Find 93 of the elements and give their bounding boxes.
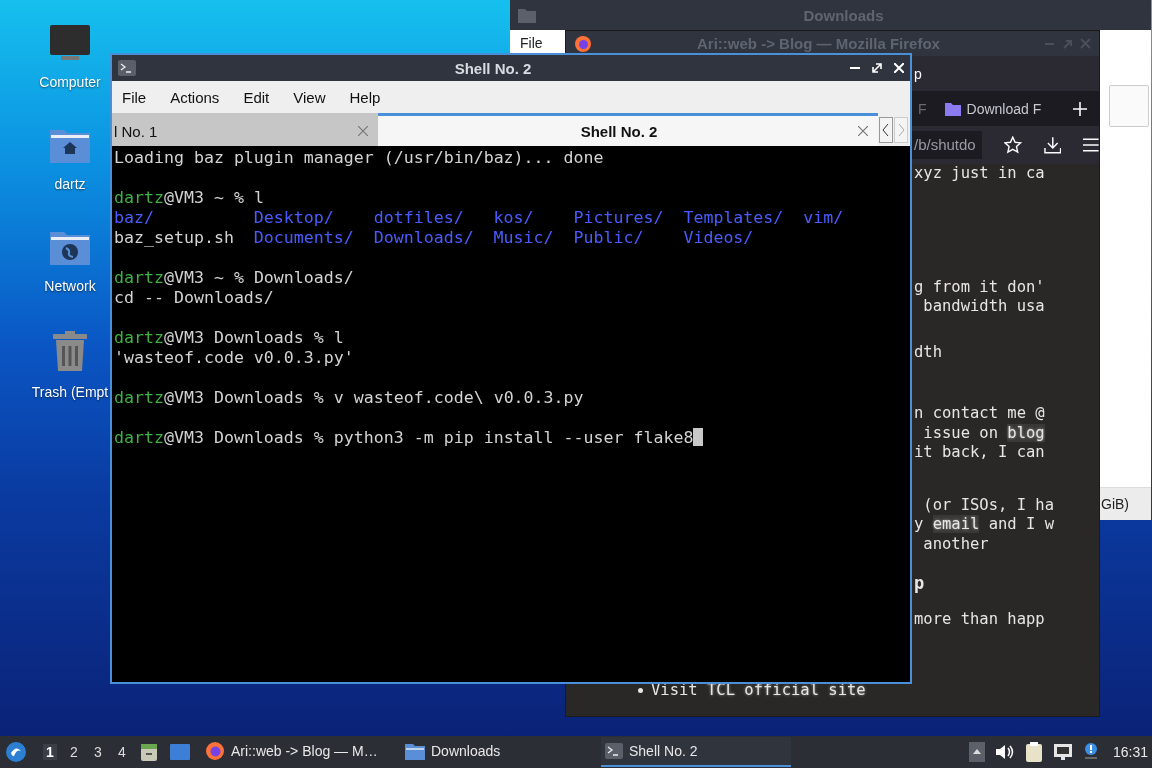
paragraph-text: more than happ <box>914 609 1046 629</box>
paragraph-text: issue on blog <box>922 423 1046 443</box>
monitor-icon[interactable] <box>49 24 91 62</box>
maximize-icon[interactable] <box>872 63 882 73</box>
workspace-button[interactable]: 2 <box>67 744 81 760</box>
close-tab-icon[interactable] <box>858 126 868 136</box>
prompt-text: @VM3 Downloads % <box>163 328 325 347</box>
command-text: l <box>333 328 344 347</box>
bullet-dot <box>638 688 643 694</box>
directory-name: Desktop/ <box>253 208 335 228</box>
paragraph-text: n contact me @ <box>914 404 1046 424</box>
terminal-icon <box>605 743 623 759</box>
command-text: v wasteof.code\ v0.0.3.py <box>333 388 584 407</box>
notification-icon[interactable] <box>1082 742 1099 762</box>
close-icon[interactable] <box>894 63 904 73</box>
file-cabinet-icon[interactable] <box>139 742 159 762</box>
directory-name: dotfiles/ <box>373 208 465 228</box>
paragraph-text: g from it don' <box>914 277 1046 297</box>
directory-name: vim/ <box>803 208 845 228</box>
folder-icon <box>944 101 961 116</box>
prompt-text: @VM3 Downloads % <box>163 388 325 407</box>
prompt-user: dartz <box>114 188 164 207</box>
url-field[interactable]: /b/shutdo <box>912 131 983 159</box>
input-field[interactable] <box>1109 85 1149 127</box>
volume-icon[interactable] <box>994 743 1015 761</box>
new-tab-icon[interactable] <box>1073 101 1088 116</box>
menu-item[interactable]: View <box>283 88 338 106</box>
paragraph-text: it back, I can <box>914 443 1046 463</box>
paragraph-text: dth <box>914 342 943 362</box>
window-title: Shell No. 2 <box>453 59 533 77</box>
star-icon[interactable] <box>1004 136 1022 154</box>
menu-item[interactable]: Help <box>339 88 393 106</box>
prompt-user: dartz <box>114 388 164 407</box>
clock[interactable]: 16:31 <box>1112 744 1148 760</box>
desktop-icon-label[interactable]: dartz <box>54 176 86 192</box>
workspace-button[interactable]: 4 <box>115 744 129 760</box>
directory-name: Downloads/ <box>373 228 475 248</box>
directory-name: Pictures/ <box>573 208 665 228</box>
output-text: cd -- Downloads/ <box>114 288 274 307</box>
menu-item[interactable]: File <box>112 88 159 106</box>
file-name: baz_setup.sh <box>114 228 235 248</box>
menu-item[interactable]: Edit <box>233 88 282 106</box>
terminal-icon <box>118 60 136 76</box>
directory-name: Documents/ <box>253 228 355 248</box>
app-menu-icon[interactable] <box>5 741 27 763</box>
directory-name: Templates/ <box>683 208 785 228</box>
directory-name: Videos/ <box>683 228 755 248</box>
desktop-icon-label[interactable]: Trash (Empt <box>31 384 109 400</box>
close-tab-icon[interactable] <box>358 126 368 136</box>
command-text: l <box>253 188 264 207</box>
command-text: Downloads/ <box>253 268 354 287</box>
directory-name: baz/ <box>114 208 155 228</box>
firefox-icon <box>574 34 592 53</box>
menu-icon[interactable] <box>1083 138 1099 152</box>
prompt-text: @VM3 ~ % <box>163 268 245 287</box>
paragraph-text: y email and I w <box>914 515 1055 535</box>
heading-text: p <box>914 574 926 594</box>
workspace-button[interactable]: 3 <box>91 744 105 760</box>
menu-item[interactable]: File <box>510 34 553 51</box>
paragraph-text: bandwidth usa <box>922 297 1046 317</box>
paragraph-text: (or ISOs, I ha <box>922 495 1055 515</box>
taskbar-button[interactable]: Shell No. 2 <box>601 737 791 767</box>
directory-name: Music/ <box>493 228 555 248</box>
desktop-icon-label[interactable]: Network <box>44 278 96 294</box>
firefox-icon <box>205 741 225 761</box>
command-text: python3 -m pip install --user flake8 <box>333 428 694 447</box>
folder-icon <box>405 742 425 760</box>
browser-tab[interactable]: Download F <box>944 100 1042 117</box>
directory-name: Public/ <box>573 228 645 248</box>
paragraph-text: another <box>922 534 990 554</box>
workspace-button[interactable]: 1 <box>43 744 57 760</box>
network-icon[interactable] <box>1052 743 1073 761</box>
paragraph-text: xyz just in ca <box>914 164 1046 184</box>
scroll-left-icon[interactable] <box>879 116 893 143</box>
terminal-tab[interactable]: Shell No. 2 <box>378 113 878 146</box>
folder-icon <box>518 7 536 23</box>
prompt-user: dartz <box>114 428 164 447</box>
output-text: 'wasteof.code v0.0.3.py' <box>114 348 354 367</box>
prompt-user: dartz <box>114 268 164 287</box>
prompt-text: @VM3 ~ % <box>163 188 245 207</box>
desktop-icon[interactable] <box>169 743 191 761</box>
download-icon[interactable] <box>1043 136 1062 154</box>
terminal-tab[interactable]: l No. 1 <box>112 113 378 146</box>
prompt-user: dartz <box>114 328 164 347</box>
menu-item[interactable]: Actions <box>160 88 232 106</box>
output-text: Loading baz plugin manager (/usr/bin/baz)... done <box>114 148 604 167</box>
toolbar-text: p <box>914 65 922 82</box>
clipboard-icon[interactable] <box>1024 741 1043 763</box>
directory-name: kos/ <box>493 208 535 228</box>
taskbar-button[interactable]: Downloads <box>401 737 591 767</box>
taskbar-button[interactable]: Ari::web -> Blog — M… <box>201 737 391 767</box>
prompt-text: @VM3 Downloads % <box>163 428 325 447</box>
status-text: GiB) <box>1101 496 1129 512</box>
